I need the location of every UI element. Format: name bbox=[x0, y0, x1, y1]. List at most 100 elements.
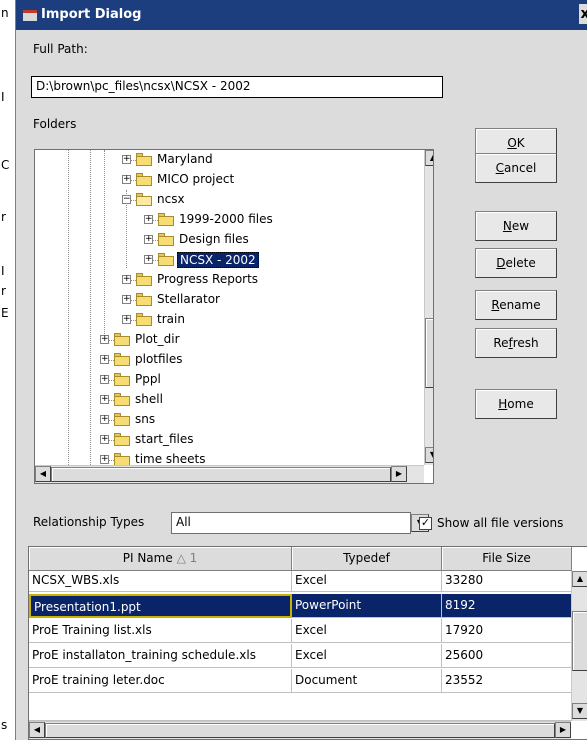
expand-icon[interactable]: + bbox=[100, 395, 109, 404]
relationship-types-select[interactable]: All bbox=[171, 512, 411, 534]
tree-item-label: Maryland bbox=[157, 152, 213, 166]
folder-icon bbox=[114, 353, 130, 366]
tree-item[interactable]: + Plot_dir bbox=[35, 331, 424, 351]
table-cell-size[interactable]: 25600 bbox=[442, 644, 572, 668]
full-path-input[interactable]: D:\brown\pc_files\ncsx\NCSX - 2002 bbox=[31, 76, 443, 98]
background-window-strip: n I C r I r E s bbox=[0, 0, 15, 740]
window-icon bbox=[23, 10, 37, 21]
scroll-down-icon[interactable]: ▼ bbox=[572, 703, 587, 719]
scroll-up-icon[interactable]: ▲ bbox=[425, 150, 433, 166]
rename-button[interactable]: Rename bbox=[475, 290, 557, 320]
full-path-label: Full Path: bbox=[33, 42, 88, 56]
import-dialog: Import Dialog x Full Path: D:\brown\pc_f… bbox=[15, 0, 587, 740]
tree-item-label: NCSX - 2002 bbox=[177, 252, 259, 268]
scroll-right-icon[interactable]: ▶ bbox=[391, 466, 407, 482]
table-cell-name[interactable]: ProE Training list.xls bbox=[29, 619, 292, 643]
tree-item[interactable]: + sns bbox=[35, 411, 424, 431]
bg-char: n bbox=[1, 6, 9, 20]
folder-icon bbox=[158, 233, 174, 246]
table-cell-type[interactable]: Excel bbox=[292, 644, 442, 668]
table-cell-type[interactable]: Excel bbox=[292, 619, 442, 643]
expand-icon[interactable]: + bbox=[100, 455, 109, 464]
tree-item[interactable]: + start_files bbox=[35, 431, 424, 451]
expand-icon[interactable]: + bbox=[122, 175, 131, 184]
table-horizontal-scrollbar[interactable]: ◀ ▶ bbox=[29, 721, 571, 739]
tree-item-label: Design files bbox=[179, 232, 249, 246]
new-button[interactable]: New bbox=[475, 211, 557, 241]
table-cell-name[interactable]: Presentation1.ppt bbox=[29, 594, 292, 618]
folder-icon bbox=[158, 253, 174, 266]
table-cell-type[interactable]: PowerPoint bbox=[292, 594, 442, 618]
tree-vertical-scrollbar[interactable]: ▲ ▼ bbox=[424, 150, 433, 465]
scroll-down-icon[interactable]: ▼ bbox=[425, 447, 433, 463]
table-scroll-thumb[interactable] bbox=[572, 611, 587, 671]
tree-hscroll-thumb[interactable] bbox=[51, 467, 391, 482]
scroll-right-icon[interactable]: ▶ bbox=[555, 722, 571, 738]
folder-icon bbox=[136, 293, 152, 306]
folder-icon bbox=[136, 313, 152, 326]
table-cell-size[interactable]: 33280 bbox=[442, 571, 572, 592]
expand-icon[interactable]: + bbox=[100, 435, 109, 444]
title-bar[interactable]: Import Dialog x bbox=[16, 0, 587, 30]
expand-icon[interactable]: + bbox=[122, 295, 131, 304]
sort-asc-icon: △ 1 bbox=[176, 551, 198, 565]
expand-icon[interactable]: + bbox=[122, 315, 131, 324]
expand-icon[interactable]: + bbox=[144, 255, 153, 264]
tree-item-label: Progress Reports bbox=[157, 272, 259, 286]
refresh-button[interactable]: Refresh bbox=[475, 328, 557, 358]
scroll-left-icon[interactable]: ◀ bbox=[29, 722, 45, 738]
scroll-left-icon[interactable]: ◀ bbox=[35, 466, 51, 482]
folder-open-icon bbox=[136, 193, 152, 206]
tree-scroll-thumb[interactable] bbox=[425, 318, 433, 388]
tree-horizontal-scrollbar[interactable]: ◀ ▶ bbox=[35, 465, 424, 483]
expand-icon[interactable]: + bbox=[100, 415, 109, 424]
relationship-types-label: Relationship Types bbox=[33, 515, 145, 529]
delete-button[interactable]: Delete bbox=[475, 248, 557, 278]
tree-item[interactable]: + Stellarator bbox=[35, 291, 424, 311]
tree-item[interactable]: + Design files bbox=[35, 231, 424, 251]
expand-icon[interactable]: + bbox=[122, 155, 131, 164]
close-icon[interactable]: x bbox=[579, 4, 587, 24]
scroll-up-icon[interactable]: ▲ bbox=[572, 571, 587, 587]
table-cell-size[interactable]: 17920 bbox=[442, 619, 572, 643]
table-cell-type[interactable]: Excel bbox=[292, 571, 442, 592]
tree-item[interactable]: + plotfiles bbox=[35, 351, 424, 371]
tree-item[interactable]: + Maryland bbox=[35, 151, 424, 171]
expand-icon[interactable]: + bbox=[144, 215, 153, 224]
table-cell-name[interactable]: ProE training leter.doc bbox=[29, 669, 292, 693]
tree-item-label: Plot_dir bbox=[135, 332, 180, 346]
files-table[interactable]: PI Name △ 1 Typedef File Size NCSX_WBS.x… bbox=[28, 546, 587, 740]
col-header-pi-name[interactable]: PI Name △ 1 bbox=[29, 547, 292, 571]
folder-icon bbox=[136, 273, 152, 286]
tree-item[interactable]: + Pppl bbox=[35, 371, 424, 391]
expand-icon[interactable]: + bbox=[100, 335, 109, 344]
tree-item-label: train bbox=[157, 312, 185, 326]
col-header-typedef[interactable]: Typedef bbox=[292, 547, 442, 571]
table-cell-name[interactable]: NCSX_WBS.xls bbox=[29, 571, 292, 592]
expand-icon[interactable]: + bbox=[100, 355, 109, 364]
collapse-icon[interactable]: − bbox=[122, 195, 131, 204]
folder-tree[interactable]: + Maryland + MICO project − ncsx +1999-2000 fi… bbox=[34, 149, 434, 484]
tree-item[interactable]: − ncsx bbox=[35, 191, 424, 211]
expand-icon[interactable]: + bbox=[122, 275, 131, 284]
table-hscroll-thumb[interactable] bbox=[45, 723, 555, 738]
table-cell-name[interactable]: ProE installaton_training schedule.xls bbox=[29, 644, 292, 668]
tree-item[interactable]: + shell bbox=[35, 391, 424, 411]
col-header-file-size[interactable]: File Size bbox=[442, 547, 572, 571]
table-cell-size[interactable]: 23552 bbox=[442, 669, 572, 693]
table-vertical-scrollbar[interactable]: ▲ ▼ bbox=[571, 571, 587, 721]
table-cell-type[interactable]: Document bbox=[292, 669, 442, 693]
expand-icon[interactable]: + bbox=[100, 375, 109, 384]
tree-item[interactable]: + train bbox=[35, 311, 424, 331]
cancel-button[interactable]: Cancel bbox=[475, 153, 557, 183]
tree-item[interactable]: +1999-2000 files bbox=[35, 211, 424, 231]
show-all-versions-checkbox[interactable]: ✓ bbox=[419, 517, 432, 530]
table-cell-size[interactable]: 8192 bbox=[442, 594, 572, 618]
home-button[interactable]: Home bbox=[475, 389, 557, 419]
bg-char: r bbox=[1, 284, 6, 298]
tree-item[interactable]: + NCSX - 2002 bbox=[35, 251, 424, 271]
tree-item[interactable]: + MICO project bbox=[35, 171, 424, 191]
tree-item-label: Pppl bbox=[135, 372, 161, 386]
tree-item[interactable]: + Progress Reports bbox=[35, 271, 424, 291]
expand-icon[interactable]: + bbox=[144, 235, 153, 244]
